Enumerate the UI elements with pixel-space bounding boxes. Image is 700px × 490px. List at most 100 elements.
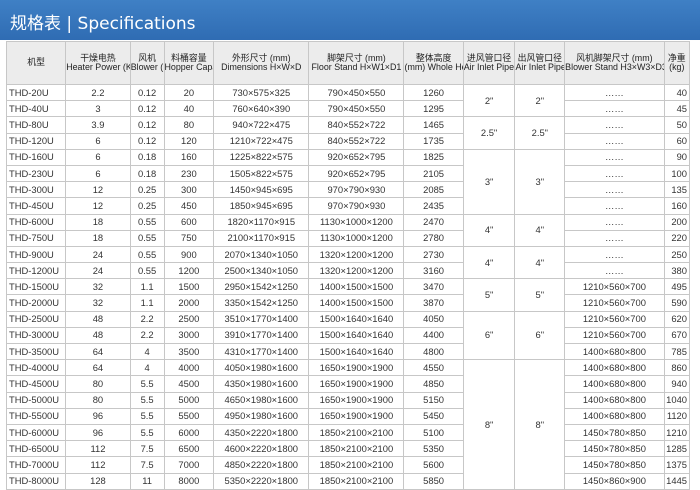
col-header-dimensions: 外形尺寸 (mm) Dimensions H×W×D	[213, 41, 310, 85]
dimensions-cell: 4950×1980×1600	[213, 407, 310, 425]
blower-cell: 7.5	[129, 456, 165, 474]
table-row: THD-300U 12 0.25 300 1450×945×695 970×790×930…	[5, 181, 691, 199]
dimensions-cell: 2100×1170×915	[213, 229, 310, 247]
table-row: THD-5000U 80 5.5 5000 4650×1980×1600 1650×190…	[5, 391, 691, 409]
whole-height-cell: 5450	[403, 407, 464, 425]
blower-cell: 5.5	[129, 423, 165, 442]
table-row: THD-6000U 96 5.5 6000 4350×2220×1800 1850×210…	[5, 423, 691, 442]
table-row: THD-1200U 24 0.55 1200 2500×1340×1050 1320×12…	[5, 262, 691, 280]
net-weight-cell: 40	[663, 83, 691, 102]
blower-cell: 0.12	[129, 116, 165, 134]
dimensions-cell: 1820×1170×915	[213, 213, 310, 231]
net-weight-cell: 860	[663, 359, 691, 377]
blower-cell: 0.18	[129, 148, 165, 166]
whole-height-cell: 4550	[403, 359, 464, 377]
blower-cell: 7.5	[129, 440, 165, 458]
floor-stand-cell: 1400×1500×1500	[308, 278, 405, 296]
model-cell: THD-600U	[5, 213, 67, 231]
heater-power-cell: 64	[65, 359, 131, 377]
heater-power-cell: 2.2	[65, 83, 131, 102]
col-header-floor-stand: 脚架尺寸 (mm) Floor Stand H×W1×D1	[308, 41, 405, 85]
model-cell: THD-1200U	[5, 262, 67, 280]
blower-cell: 0.55	[129, 213, 165, 231]
blower-cell: 11	[129, 472, 165, 490]
table-row: THD-2000U 32 1.1 2000 3350×1542×1250 1400×150…	[5, 294, 691, 312]
net-weight-cell: 160	[663, 197, 691, 215]
col-header-whole-height: 整体高度(mm) Whole Height H2	[403, 41, 464, 85]
model-cell: THD-5000U	[5, 391, 67, 409]
model-cell: THD-450U	[5, 197, 67, 215]
air-outlet-cell: 3"	[514, 148, 566, 215]
model-cell: THD-4500U	[5, 375, 67, 393]
blower-stand-cell: ……	[564, 245, 665, 264]
air-inlet-cell: 5"	[462, 278, 516, 312]
table-row: THD-4500U 80 5.5 4500 4350×1980×1600 1650×190…	[5, 375, 691, 393]
model-cell: THD-160U	[5, 148, 67, 166]
blower-stand-cell: ……	[564, 181, 665, 199]
hopper-capacity-cell: 450	[163, 197, 215, 215]
floor-stand-cell: 920×652×795	[308, 164, 405, 183]
hopper-capacity-cell: 230	[163, 164, 215, 183]
dimensions-cell: 4650×1980×1600	[213, 391, 310, 409]
blower-stand-cell: 1400×680×800	[564, 359, 665, 377]
blower-cell: 1.1	[129, 294, 165, 312]
floor-stand-cell: 1650×1900×1900	[308, 359, 405, 377]
blower-stand-cell: 1400×680×800	[564, 342, 665, 361]
table-row: THD-40U 3 0.12 40 760×640×390 790×450×550 1295…	[5, 100, 691, 118]
hopper-capacity-cell: 8000	[163, 472, 215, 490]
heater-power-cell: 6	[65, 164, 131, 183]
blower-stand-cell: ……	[564, 83, 665, 102]
net-weight-cell: 60	[663, 132, 691, 150]
whole-height-cell: 5350	[403, 440, 464, 458]
heater-power-cell: 80	[65, 391, 131, 409]
blower-stand-cell: ……	[564, 116, 665, 134]
whole-height-cell: 1825	[403, 148, 464, 166]
blower-stand-cell: ……	[564, 229, 665, 247]
air-inlet-cell: 2.5"	[462, 116, 516, 150]
table-row: THD-600U 18 0.55 600 1820×1170×915 1130×1000×…	[5, 213, 691, 247]
hopper-capacity-cell: 300	[163, 181, 215, 199]
dimensions-cell: 3350×1542×1250	[213, 294, 310, 312]
model-cell: THD-230U	[5, 164, 67, 183]
blower-stand-cell: 1210×560×700	[564, 326, 665, 345]
whole-height-cell: 5150	[403, 391, 464, 409]
blower-cell: 4	[129, 359, 165, 377]
whole-height-cell: 2730	[403, 245, 464, 264]
floor-stand-cell: 840×552×722	[308, 132, 405, 150]
heater-power-cell: 128	[65, 472, 131, 490]
net-weight-cell: 100	[663, 164, 691, 183]
whole-height-cell: 1735	[403, 132, 464, 150]
dimensions-cell: 1210×722×475	[213, 132, 310, 150]
air-outlet-cell: 2"	[514, 83, 566, 118]
heater-power-cell: 24	[65, 262, 131, 280]
table-row: THD-750U 18 0.55 750 2100×1170×915 1130×1000×…	[5, 229, 691, 247]
whole-height-cell: 1465	[403, 116, 464, 134]
whole-height-cell: 3870	[403, 294, 464, 312]
dimensions-cell: 2500×1340×1050	[213, 262, 310, 280]
dimensions-cell: 760×640×390	[213, 100, 310, 118]
hopper-capacity-cell: 2000	[163, 294, 215, 312]
table-row: THD-3500U 64 4 3500 4310×1770×1400 1500×1640×…	[5, 342, 691, 361]
blower-cell: 0.25	[129, 197, 165, 215]
net-weight-cell: 785	[663, 342, 691, 361]
heater-power-cell: 12	[65, 181, 131, 199]
hopper-capacity-cell: 7000	[163, 456, 215, 474]
heater-power-cell: 48	[65, 326, 131, 345]
table-row: THD-3000U 48 2.2 3000 3910×1770×1400 1500×164…	[5, 326, 691, 345]
floor-stand-cell: 1400×1500×1500	[308, 294, 405, 312]
floor-stand-cell: 790×450×550	[308, 83, 405, 102]
hopper-capacity-cell: 5000	[163, 391, 215, 409]
col-header-air-inlet: 进风管口径Air Inlet Pipe Dia	[462, 41, 516, 85]
model-cell: THD-3000U	[5, 326, 67, 345]
whole-height-cell: 2435	[403, 197, 464, 215]
table-row: THD-4000U 64 4 4000 4050×1980×1600 1650×1900×…	[5, 359, 691, 490]
model-cell: THD-40U	[5, 100, 67, 118]
hopper-capacity-cell: 600	[163, 213, 215, 231]
floor-stand-cell: 1500×1640×1640	[308, 342, 405, 361]
floor-stand-cell: 1850×2100×2100	[308, 456, 405, 474]
dimensions-cell: 1505×822×575	[213, 164, 310, 183]
table-row: THD-1500U 32 1.1 1500 2950×1542×1250 1400×150…	[5, 278, 691, 312]
dimensions-cell: 5350×2220×1800	[213, 472, 310, 490]
whole-height-cell: 4850	[403, 375, 464, 393]
dimensions-cell: 940×722×475	[213, 116, 310, 134]
